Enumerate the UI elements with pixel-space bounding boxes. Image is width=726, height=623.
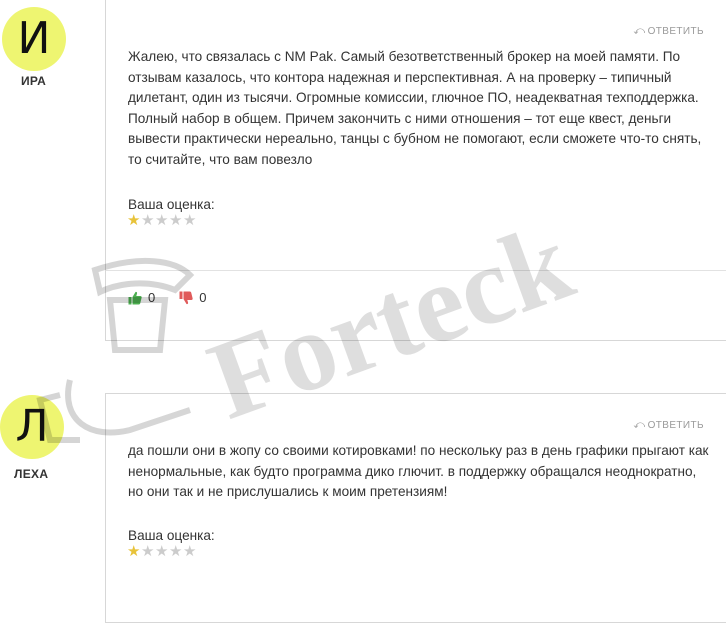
dislike-count: 0: [199, 290, 207, 305]
author-name: ЛЕХА: [14, 467, 49, 481]
avatar-letter: Л: [15, 401, 49, 452]
comment-text: да пошли они в жопу со своими котировкам…: [128, 443, 709, 499]
comment-card: ⤺ ОТВЕТИТЬ Жалею, что связалась с NM Pak.…: [105, 0, 726, 341]
like-count: 0: [148, 290, 156, 305]
star-icon[interactable]: ★: [155, 213, 169, 229]
star-icon[interactable]: ★: [141, 544, 155, 560]
rating-label: Ваша оценка:: [128, 197, 215, 212]
comment-card: ⤺ ОТВЕТИТЬ да пошли они в жопу со своими …: [105, 393, 726, 623]
reply-button[interactable]: ⤺ ОТВЕТИТЬ: [633, 25, 704, 38]
star-icon[interactable]: ★: [183, 544, 197, 560]
avatar-letter: И: [17, 13, 51, 64]
avatar: И: [2, 7, 66, 71]
reply-button[interactable]: ⤺ ОТВЕТИТЬ: [633, 419, 704, 432]
rating-label: Ваша оценка:: [128, 528, 215, 543]
reply-arrow-icon: ⤺: [633, 25, 646, 37]
star-icon[interactable]: ★: [127, 213, 141, 229]
star-icon[interactable]: ★: [155, 544, 169, 560]
divider: [106, 270, 726, 271]
avatar: Л: [0, 395, 64, 459]
comment-text: Жалею, что связалась с NM Pak. Самый без…: [128, 49, 702, 167]
star-icon[interactable]: ★: [183, 213, 197, 229]
star-icon[interactable]: ★: [169, 544, 183, 560]
reply-label: ОТВЕТИТЬ: [647, 26, 704, 37]
rating-stars[interactable]: ★ ★ ★ ★ ★: [127, 213, 197, 229]
reply-label: ОТВЕТИТЬ: [647, 420, 704, 431]
dislike-button[interactable]: 0: [179, 290, 206, 305]
reply-arrow-icon: ⤺: [633, 419, 646, 431]
thumbs-down-icon: [179, 291, 193, 304]
star-icon[interactable]: ★: [169, 213, 183, 229]
thumbs-up-icon: [128, 291, 142, 304]
star-icon[interactable]: ★: [127, 544, 141, 560]
votes: 0 0: [128, 290, 230, 305]
star-icon[interactable]: ★: [141, 213, 155, 229]
rating-stars[interactable]: ★ ★ ★ ★ ★: [127, 544, 197, 560]
author-name: ИРА: [21, 74, 47, 88]
like-button[interactable]: 0: [128, 290, 155, 305]
